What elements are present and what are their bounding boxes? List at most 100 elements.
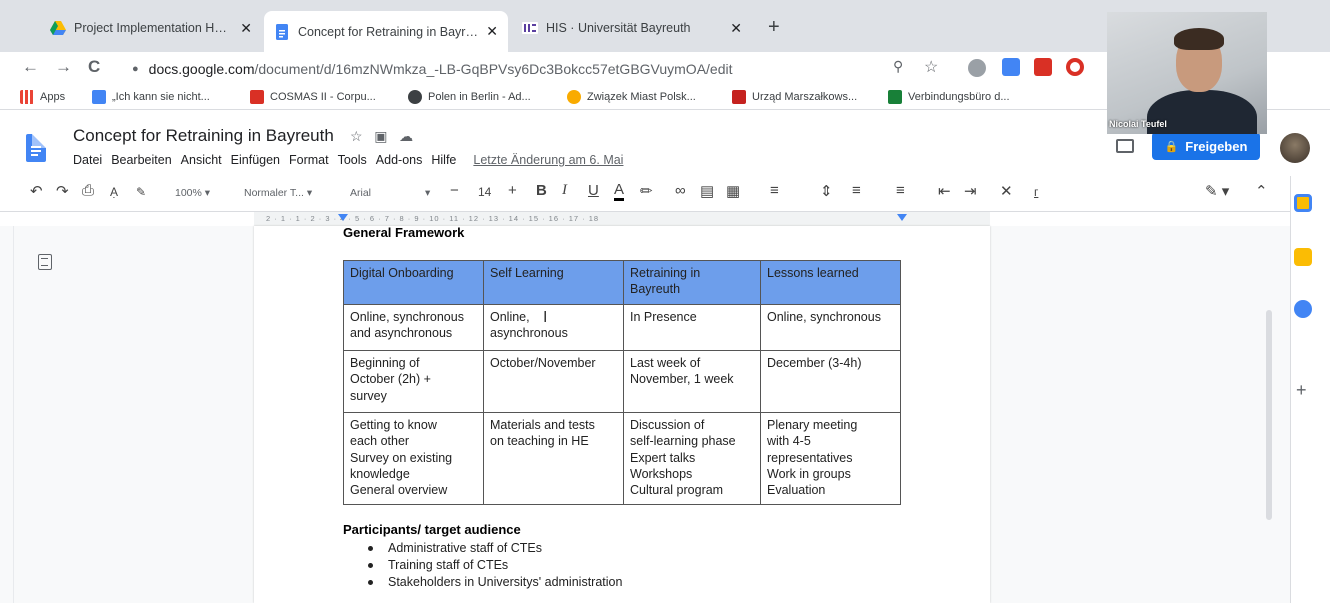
extension-icon[interactable] [1034,58,1052,76]
address-bar[interactable]: ● docs.google.com/document/d/16mzNWmkza_… [120,56,950,82]
list-item[interactable]: Stakeholders in Universitys' administrat… [366,574,622,591]
close-icon[interactable]: ✕ [730,20,742,37]
list-item[interactable]: Training staff of CTEs [366,557,622,574]
star-icon[interactable]: ☆ [350,128,363,144]
bold-icon[interactable]: B [536,182,547,199]
tasks-icon[interactable] [1294,300,1312,318]
increase-indent-icon[interactable]: ⇥ [964,182,977,200]
forward-button[interactable]: → [55,57,72,77]
print-icon[interactable]: ⎙ [82,182,94,199]
tab-project-handbook[interactable]: Project Implementation Handbo ✕ [40,13,262,43]
table-cell[interactable]: Discussion of self-learning phase Expert t… [623,412,761,505]
menu-tools[interactable]: Tools [338,153,367,167]
document-title[interactable]: Concept for Retraining in Bayreuth [73,126,334,146]
table-cell[interactable]: Getting to know each other Survey on exist… [343,412,484,505]
table-cell[interactable]: Online, synchronous and asynchronous [343,304,484,351]
calendar-icon[interactable] [1294,194,1312,212]
menu-datei[interactable]: Datei [73,153,102,167]
bookmark-item[interactable]: Polen in Berlin - Ad... [408,90,531,104]
add-addon-button[interactable]: + [1296,380,1307,401]
table-header-cell[interactable]: Self Learning [483,260,624,305]
horizontal-ruler[interactable]: 2 · 1 · 1 · 2 · 3 · 4 · 5 · 6 · 7 · 8 · … [254,212,990,226]
extension-icon[interactable] [968,59,986,77]
chevron-down-icon[interactable]: ▾ [425,187,430,199]
clear-formatting-icon[interactable]: ✕ [1000,182,1013,200]
font-size-input[interactable]: 14 [478,185,491,199]
comment-add-icon[interactable]: ▤ [700,182,714,200]
font-size-decrease-button[interactable]: − [450,182,459,199]
bookmark-item[interactable]: Urząd Marszałkows... [732,90,857,104]
table-cell[interactable]: In Presence [623,304,761,351]
table-cell[interactable]: Plenary meeting with 4-5 representatives Wo… [760,412,901,505]
spellcheck-icon[interactable]: Ạ [110,185,118,199]
move-folder-icon[interactable]: ▣ [374,128,387,144]
menu-bearbeiten[interactable]: Bearbeiten [111,153,171,167]
opera-icon[interactable] [1066,58,1084,76]
menu-addons[interactable]: Add-ons [376,153,423,167]
line-spacing-icon[interactable]: ⇕ [820,182,833,200]
share-button[interactable]: 🔒 Freigeben [1152,132,1260,160]
document-outline-icon[interactable] [38,254,52,270]
link-icon[interactable]: ∞ [675,182,686,199]
zoom-select[interactable]: 100% ▾ [175,187,210,199]
right-indent-marker[interactable] [897,214,907,221]
text-color-icon[interactable]: A [614,182,625,201]
image-icon[interactable]: ▦ [726,182,740,200]
table-header-cell[interactable]: Digital Onboarding [343,260,484,305]
font-select[interactable]: Arial [350,187,371,199]
zoom-search-icon[interactable]: ⚲ [893,58,903,75]
checklist-icon[interactable]: ≡ [852,182,861,199]
close-icon[interactable]: ✕ [486,23,498,40]
back-button[interactable]: ← [22,57,39,77]
tab-concept-retraining[interactable]: Concept for Retraining in Bayreu ✕ [264,11,508,52]
vertical-scrollbar[interactable] [1266,310,1272,520]
table-cell[interactable]: Last week of November, 1 week [623,350,761,413]
table-cell[interactable]: December (3-4h) [760,350,901,413]
table-header-cell[interactable]: Lessons learned [760,260,901,305]
table-header-cell[interactable]: Retraining in Bayreuth [623,260,761,305]
docs-home-icon[interactable] [26,134,46,162]
new-tab-button[interactable]: + [768,16,780,39]
highlight-icon[interactable]: ✏ [640,182,653,200]
input-tools-icon[interactable]: г [1034,185,1038,199]
align-icon[interactable]: ≡ [770,182,779,199]
bookmark-star-icon[interactable]: ☆ [924,57,938,77]
font-size-increase-button[interactable]: + [508,182,517,199]
user-avatar[interactable] [1280,133,1310,163]
tab-uni-bayreuth[interactable]: HIS · Universität Bayreuth ✕ [512,13,752,43]
bookmark-item[interactable]: COSMAS II - Corpu... [250,90,376,104]
decrease-indent-icon[interactable]: ⇤ [938,182,951,200]
table-cell[interactable]: Materials and tests on teaching in HE [483,412,624,505]
left-indent-marker[interactable] [338,214,348,221]
table-cell[interactable]: Online, synchronous [760,304,901,351]
table-cell[interactable]: October/November [483,350,624,413]
bulleted-list-icon[interactable]: ≡ [896,182,905,199]
comments-icon[interactable] [1116,139,1134,153]
framework-table[interactable]: Digital Onboarding Self Learning Retrain… [343,260,901,505]
close-icon[interactable]: ✕ [240,20,252,37]
extension-icon[interactable] [1002,58,1020,76]
bookmark-item[interactable]: „Ich kann sie nicht... [92,90,210,104]
menu-format[interactable]: Format [289,153,329,167]
last-edit-link[interactable]: Letzte Änderung am 6. Mai [473,153,623,167]
table-cell[interactable]: Online, asynchronous [483,304,624,351]
reload-button[interactable]: C [88,57,100,77]
style-select[interactable]: Normaler T... ▾ [244,187,312,199]
bookmark-item[interactable]: Verbindungsbüro d... [888,90,1010,104]
keep-icon[interactable] [1294,248,1312,266]
paint-format-icon[interactable]: ✎ [136,185,146,199]
bookmark-item[interactable]: Związek Miast Polsk... [567,90,696,104]
list-item[interactable]: Administrative staff of CTEs [366,540,622,557]
redo-icon[interactable]: ↷ [56,182,69,200]
menu-einfuegen[interactable]: Einfügen [231,153,280,167]
italic-icon[interactable]: I [562,182,567,199]
vertical-ruler[interactable] [0,226,14,603]
collapse-chevron-up-icon[interactable]: ⌃ [1255,182,1268,200]
editing-mode-icon[interactable]: ✎ ▾ [1205,182,1229,200]
bookmark-apps[interactable]: Apps [20,90,65,104]
menu-ansicht[interactable]: Ansicht [181,153,222,167]
menu-hilfe[interactable]: Hilfe [431,153,456,167]
table-cell[interactable]: Beginning of October (2h) + survey [343,350,484,413]
cloud-status-icon[interactable]: ☁ [399,128,413,144]
underline-icon[interactable]: U [588,182,599,199]
